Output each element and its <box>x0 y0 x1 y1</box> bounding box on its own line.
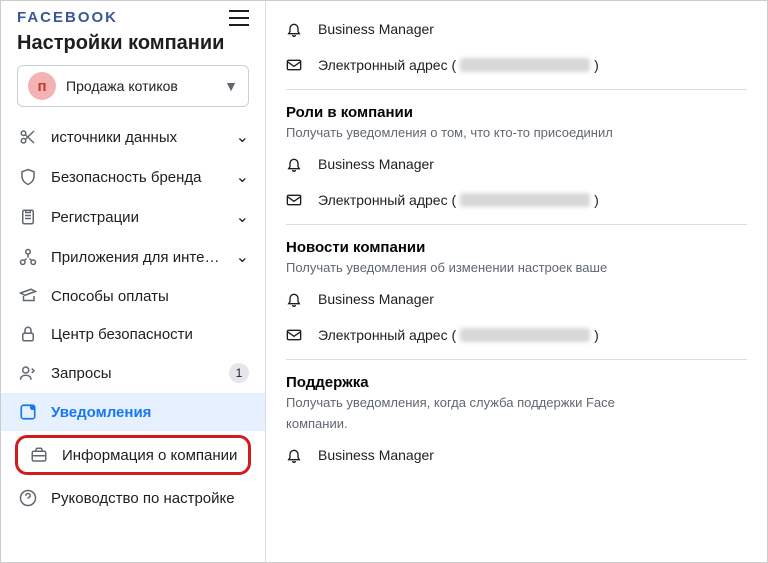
sidebar-item-label: Руководство по настройке <box>51 490 249 507</box>
chevron-down-icon: ⌄ <box>236 207 249 227</box>
sidebar-item-payment-methods[interactable]: Способы оплаты <box>1 277 265 315</box>
page-title: Настройки компании <box>17 32 249 55</box>
sidebar-item-label: Центр безопасности <box>51 326 249 343</box>
section-title: Новости компании <box>286 239 747 256</box>
sidebar-nav: источники данных ⌄ Безопасность бренда ⌄… <box>1 117 265 517</box>
notif-channel-email[interactable]: Электронный адрес ( ) <box>286 317 747 353</box>
sidebar-item-label: Регистрации <box>51 209 224 226</box>
sidebar-item-label: Информация о компании <box>62 447 238 464</box>
requests-badge: 1 <box>229 363 249 383</box>
help-icon <box>17 489 39 507</box>
company-selector[interactable]: п Продажа котиков ▼ <box>17 65 249 107</box>
bell-icon <box>286 156 304 172</box>
notif-channel-business-manager[interactable]: Business Manager <box>286 146 747 182</box>
bell-icon <box>286 447 304 463</box>
sidebar-item-integrations[interactable]: Приложения для интег… ⌄ <box>1 237 265 277</box>
redacted-email <box>460 58 590 72</box>
section-title: Поддержка <box>286 374 747 391</box>
shield-icon <box>17 168 39 186</box>
envelope-icon <box>286 327 304 343</box>
section-support: Поддержка Получать уведомления, когда сл… <box>286 359 747 479</box>
clipboard-icon <box>17 208 39 226</box>
company-name: Продажа котиков <box>66 78 214 94</box>
sidebar-item-label: Безопасность бренда <box>51 169 224 186</box>
notif-channel-email[interactable]: Электронный адрес ( ) <box>286 182 747 218</box>
notifications-box-icon <box>17 403 39 421</box>
requests-icon <box>17 364 39 382</box>
notif-channel-business-manager[interactable]: Business Manager <box>286 437 747 473</box>
bell-icon <box>286 291 304 307</box>
main-content: Business Manager Электронный адрес ( ) Р… <box>266 1 767 562</box>
sidebar-item-company-info[interactable]: Информация о компании <box>15 435 251 475</box>
facebook-logo: FACEBOOK <box>17 9 118 26</box>
sidebar-item-requests[interactable]: Запросы 1 <box>1 353 265 393</box>
sidebar-item-label: Уведомления <box>51 404 249 421</box>
lock-icon <box>17 325 39 343</box>
bell-icon <box>286 21 304 37</box>
integration-icon <box>17 248 39 266</box>
chevron-down-icon: ⌄ <box>236 167 249 187</box>
briefcase-icon <box>28 446 50 464</box>
company-avatar: п <box>28 72 56 100</box>
redacted-email <box>460 193 590 207</box>
sidebar-item-brand-safety[interactable]: Безопасность бренда ⌄ <box>1 157 265 197</box>
chevron-down-icon: ⌄ <box>236 247 249 267</box>
sidebar-item-label: Приложения для интег… <box>51 249 224 266</box>
sidebar: FACEBOOK Настройки компании п Продажа ко… <box>1 1 266 562</box>
section-company-roles: Роли в компании Получать уведомления о т… <box>286 89 747 224</box>
sidebar-item-security-center[interactable]: Центр безопасности <box>1 315 265 353</box>
scissors-icon <box>17 128 39 146</box>
notif-channel-business-manager[interactable]: Business Manager <box>286 11 747 47</box>
hamburger-icon[interactable] <box>229 10 249 26</box>
sidebar-item-setup-guide[interactable]: Руководство по настройке <box>1 479 265 517</box>
notif-channel-business-manager[interactable]: Business Manager <box>286 281 747 317</box>
notif-channel-label: Электронный адрес ( <box>318 192 456 208</box>
section-subtitle: Получать уведомления о том, что кто-то п… <box>286 125 747 140</box>
section-subtitle: Получать уведомления, когда служба подде… <box>286 395 747 410</box>
notif-channel-label: Business Manager <box>318 291 434 307</box>
section-subtitle-2: компании. <box>286 416 747 431</box>
redacted-email <box>460 328 590 342</box>
sidebar-item-data-sources[interactable]: источники данных ⌄ <box>1 117 265 157</box>
notif-channel-label: Электронный адрес ( <box>318 57 456 73</box>
sidebar-item-label: Запросы <box>51 365 217 382</box>
envelope-icon <box>286 192 304 208</box>
notif-channel-email[interactable]: Электронный адрес ( ) <box>286 47 747 83</box>
notif-channel-label: Электронный адрес ( <box>318 327 456 343</box>
section-subtitle: Получать уведомления об изменении настро… <box>286 260 747 275</box>
envelope-icon <box>286 57 304 73</box>
sidebar-item-registrations[interactable]: Регистрации ⌄ <box>1 197 265 237</box>
sidebar-item-notifications[interactable]: Уведомления <box>1 393 265 431</box>
sidebar-item-label: Способы оплаты <box>51 288 249 305</box>
caret-down-icon: ▼ <box>224 78 238 94</box>
sidebar-item-label: источники данных <box>51 129 224 146</box>
card-icon <box>17 287 39 305</box>
notif-channel-label: Business Manager <box>318 156 434 172</box>
section-company-news: Новости компании Получать уведомления об… <box>286 224 747 359</box>
notif-channel-label: Business Manager <box>318 447 434 463</box>
notif-channel-label: Business Manager <box>318 21 434 37</box>
chevron-down-icon: ⌄ <box>236 127 249 147</box>
section-title: Роли в компании <box>286 104 747 121</box>
